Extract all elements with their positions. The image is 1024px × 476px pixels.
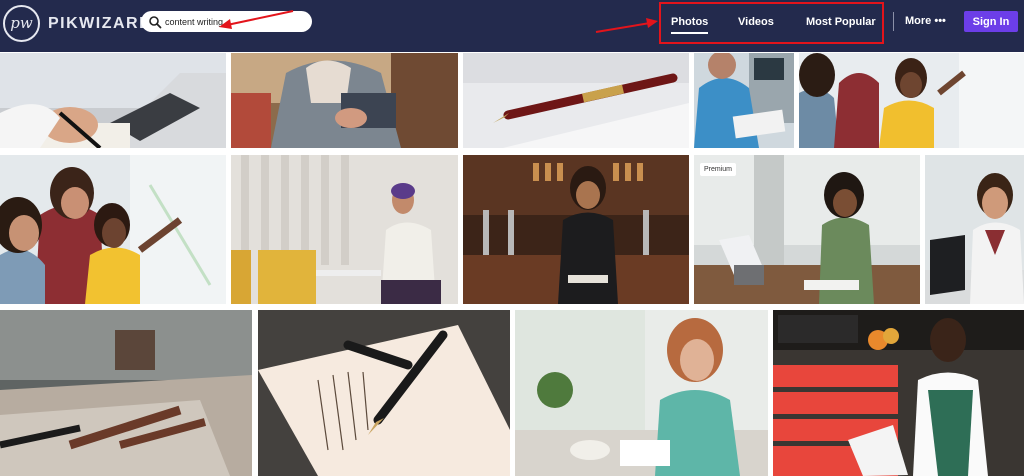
photo-tile[interactable] <box>799 53 1024 148</box>
photo-fountain-pen <box>463 53 689 148</box>
top-navbar: pw PIKWIZARD Photos Videos Most Popular … <box>0 0 1024 52</box>
photo-tile[interactable] <box>463 53 689 148</box>
premium-badge: Premium <box>700 163 737 176</box>
sign-in-button[interactable]: Sign In <box>964 11 1018 32</box>
more-menu[interactable]: More ••• <box>905 15 946 27</box>
nav-highlight-box: Photos Videos Most Popular <box>659 2 884 44</box>
photo-man-tablet <box>231 53 458 148</box>
photo-tile[interactable] <box>0 155 226 304</box>
photo-grocer-clipboard <box>773 310 1024 476</box>
search-bar[interactable] <box>141 11 312 32</box>
photo-bartender <box>463 155 689 304</box>
photo-nurse-clipboard <box>694 53 794 148</box>
photo-woman-cafe <box>515 310 768 476</box>
photo-pencils-table <box>0 310 252 476</box>
photo-tile[interactable] <box>231 53 458 148</box>
search-input[interactable] <box>165 16 295 27</box>
photo-woman-notebook <box>231 155 458 304</box>
photo-tile[interactable] <box>258 310 510 476</box>
photo-tile[interactable] <box>925 155 1024 304</box>
nav-divider <box>893 12 894 31</box>
photo-woman-desk-writing <box>694 155 920 304</box>
more-label: More <box>905 15 932 27</box>
photo-tile[interactable] <box>773 310 1024 476</box>
photo-tile[interactable] <box>463 155 689 304</box>
logo[interactable]: pw PIKWIZARD <box>3 5 152 42</box>
photo-team-glass-board <box>0 155 226 304</box>
photo-man-laptop <box>925 155 1024 304</box>
photo-tile[interactable] <box>0 310 252 476</box>
tab-photos[interactable]: Photos <box>671 16 709 34</box>
photo-tile[interactable]: Premium <box>694 155 920 304</box>
dots-icon: ••• <box>934 15 946 27</box>
photo-hand-writing <box>0 53 226 148</box>
tab-videos[interactable]: Videos <box>738 16 774 28</box>
tab-most-popular[interactable]: Most Popular <box>806 16 876 28</box>
photo-tile[interactable] <box>515 310 768 476</box>
photo-tile[interactable] <box>694 53 794 148</box>
search-icon <box>149 15 162 28</box>
photo-pen-handwritten-page <box>258 310 510 476</box>
photo-tile[interactable] <box>0 53 226 148</box>
logo-mark: pw <box>3 5 40 42</box>
photo-glass-board-women <box>799 53 1024 148</box>
logo-text: PIKWIZARD <box>48 14 153 32</box>
photo-tile[interactable] <box>231 155 458 304</box>
